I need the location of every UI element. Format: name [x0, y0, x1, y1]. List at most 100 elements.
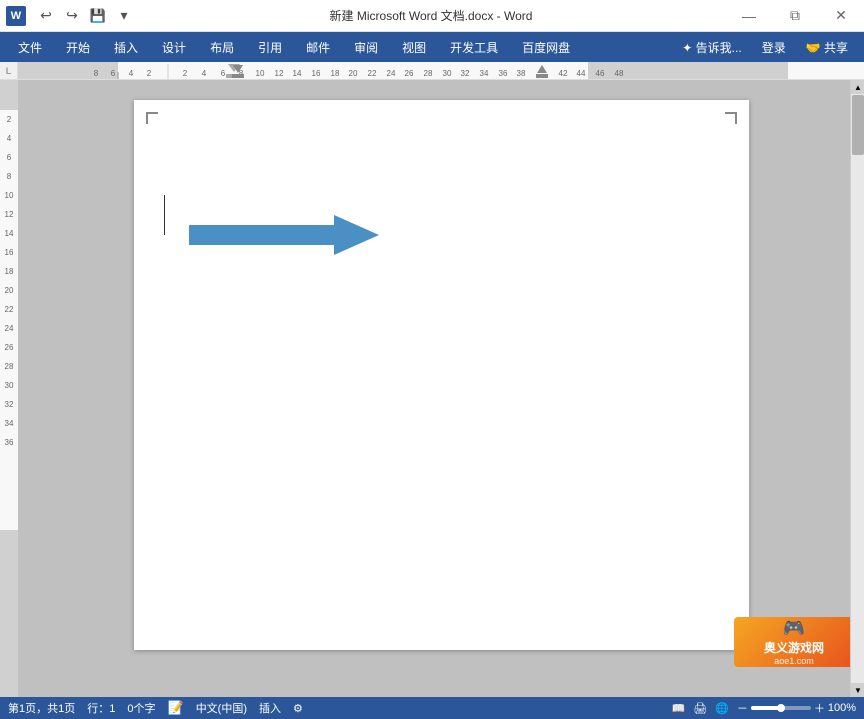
- scroll-down-button[interactable]: ▼: [851, 683, 864, 697]
- svg-text:6: 6: [7, 153, 12, 162]
- read-mode-button[interactable]: 📖: [671, 702, 685, 715]
- horizontal-ruler: 8 6 4 2 2 4 6 8 10 12 14 16 18 20 22 24 …: [18, 62, 864, 80]
- watermark-badge: 🎮 奥义游戏网 aoe1.com: [734, 617, 854, 667]
- vertical-scrollbar[interactable]: ▲ ▼: [850, 80, 864, 697]
- minimize-button[interactable]: —: [726, 0, 772, 32]
- quick-access-toolbar: ↩ ↪ 💾 ▾: [30, 4, 136, 28]
- page-corner-tl: [146, 112, 158, 124]
- svg-text:20: 20: [349, 69, 358, 78]
- svg-text:14: 14: [5, 229, 14, 238]
- svg-text:16: 16: [5, 248, 14, 257]
- status-right-group: 📖 🖨 🌐 － ＋ 100%: [671, 700, 856, 716]
- status-bar: 第1页，共1页 行：1 0个字 📝 中文(中国) 插入 ⚙ 📖 🖨 🌐 － ＋ …: [0, 697, 864, 719]
- ruler-numbers: 8 6 4 2 2 4 6 8 10 12 14 16 18 20 22 24 …: [18, 64, 864, 80]
- scroll-thumb[interactable]: [852, 95, 864, 155]
- title-bar-left: W ↩ ↪ 💾 ▾: [0, 4, 136, 28]
- web-layout-button[interactable]: 🌐: [715, 702, 729, 715]
- redo-button[interactable]: ↪: [60, 4, 84, 28]
- svg-text:22: 22: [368, 69, 377, 78]
- svg-text:24: 24: [387, 69, 396, 78]
- svg-text:12: 12: [275, 69, 284, 78]
- zoom-level: 100%: [828, 702, 856, 714]
- track-changes-icon[interactable]: ⚙: [293, 702, 303, 715]
- menu-view[interactable]: 视图: [392, 35, 436, 60]
- svg-text:36: 36: [5, 438, 14, 447]
- svg-text:2: 2: [147, 69, 152, 78]
- menu-baidu[interactable]: 百度网盘: [512, 35, 580, 60]
- zoom-out-icon[interactable]: －: [737, 700, 748, 716]
- menu-design[interactable]: 设计: [152, 35, 196, 60]
- watermark-title: 奥义游戏网: [764, 639, 824, 656]
- svg-text:2: 2: [7, 115, 12, 124]
- insert-mode[interactable]: 插入: [259, 700, 281, 716]
- vertical-ruler-svg: 2 4 6 8 10 12 14 16 18 20 22 24 26 28 30…: [0, 80, 18, 697]
- document-title: 新建 Microsoft Word 文档.docx - Word: [136, 7, 726, 24]
- arrow-body: [189, 225, 344, 245]
- restore-button[interactable]: ⧉: [772, 0, 818, 32]
- svg-text:38: 38: [517, 69, 526, 78]
- svg-text:34: 34: [5, 419, 14, 428]
- svg-text:32: 32: [5, 400, 14, 409]
- svg-text:30: 30: [5, 381, 14, 390]
- menu-home[interactable]: 开始: [56, 35, 100, 60]
- menu-insert[interactable]: 插入: [104, 35, 148, 60]
- svg-text:2: 2: [183, 69, 188, 78]
- proofing-icon[interactable]: 📝: [168, 700, 184, 716]
- svg-text:6: 6: [221, 69, 226, 78]
- text-cursor: [164, 195, 165, 235]
- arrow-shape[interactable]: [189, 215, 379, 255]
- word-icon: W: [6, 6, 26, 26]
- ruler-container: L 8 6 4 2 2 4: [0, 62, 864, 80]
- svg-text:18: 18: [331, 69, 340, 78]
- menu-layout[interactable]: 布局: [200, 35, 244, 60]
- menu-file[interactable]: 文件: [8, 35, 52, 60]
- print-layout-button[interactable]: 🖨: [693, 702, 707, 715]
- svg-text:8: 8: [94, 69, 99, 78]
- svg-text:24: 24: [5, 324, 14, 333]
- menu-references[interactable]: 引用: [248, 35, 292, 60]
- undo-button[interactable]: ↩: [34, 4, 58, 28]
- svg-text:30: 30: [443, 69, 452, 78]
- save-button[interactable]: 💾: [86, 4, 110, 28]
- svg-text:32: 32: [461, 69, 470, 78]
- zoom-in-icon[interactable]: ＋: [814, 700, 825, 716]
- arrow-head: [334, 215, 379, 255]
- menu-mailings[interactable]: 邮件: [296, 35, 340, 60]
- svg-text:4: 4: [202, 69, 207, 78]
- svg-text:44: 44: [577, 69, 586, 78]
- main-area: 2 4 6 8 10 12 14 16 18 20 22 24 26 28 30…: [0, 80, 864, 697]
- svg-text:36: 36: [499, 69, 508, 78]
- svg-text:42: 42: [559, 69, 568, 78]
- svg-text:12: 12: [5, 210, 14, 219]
- ribbon-right-actions: ✦ 告诉我... 登录 🤝 共享: [674, 35, 856, 60]
- svg-text:18: 18: [5, 267, 14, 276]
- watermark-icon: 🎮: [783, 618, 805, 639]
- menu-developer[interactable]: 开发工具: [440, 35, 508, 60]
- share-button[interactable]: 🤝 共享: [798, 35, 856, 60]
- svg-text:8: 8: [7, 172, 12, 181]
- menu-review[interactable]: 审阅: [344, 35, 388, 60]
- close-button[interactable]: ✕: [818, 0, 864, 32]
- char-count: 0个字: [127, 700, 155, 716]
- zoom-slider[interactable]: － ＋ 100%: [737, 700, 856, 716]
- svg-text:34: 34: [480, 69, 489, 78]
- page-count: 第1页，共1页: [8, 700, 75, 716]
- svg-text:20: 20: [5, 286, 14, 295]
- svg-text:22: 22: [5, 305, 14, 314]
- watermark-url: aoe1.com: [774, 656, 814, 666]
- scroll-up-button[interactable]: ▲: [851, 80, 864, 94]
- tell-me-button[interactable]: ✦ 告诉我...: [674, 35, 749, 60]
- page-corner-tr: [725, 112, 737, 124]
- title-bar: W ↩ ↪ 💾 ▾ 新建 Microsoft Word 文档.docx - Wo…: [0, 0, 864, 32]
- svg-text:28: 28: [424, 69, 433, 78]
- document-canvas[interactable]: 🎮 奥义游戏网 aoe1.com: [18, 80, 864, 697]
- login-button[interactable]: 登录: [754, 35, 794, 60]
- svg-text:48: 48: [615, 69, 624, 78]
- quick-access-dropdown[interactable]: ▾: [112, 4, 136, 28]
- svg-text:26: 26: [5, 343, 14, 352]
- window-controls: — ⧉ ✕: [726, 0, 864, 32]
- language[interactable]: 中文(中国): [196, 700, 247, 716]
- svg-text:46: 46: [596, 69, 605, 78]
- ruler-corner: L: [0, 62, 18, 80]
- svg-text:26: 26: [405, 69, 414, 78]
